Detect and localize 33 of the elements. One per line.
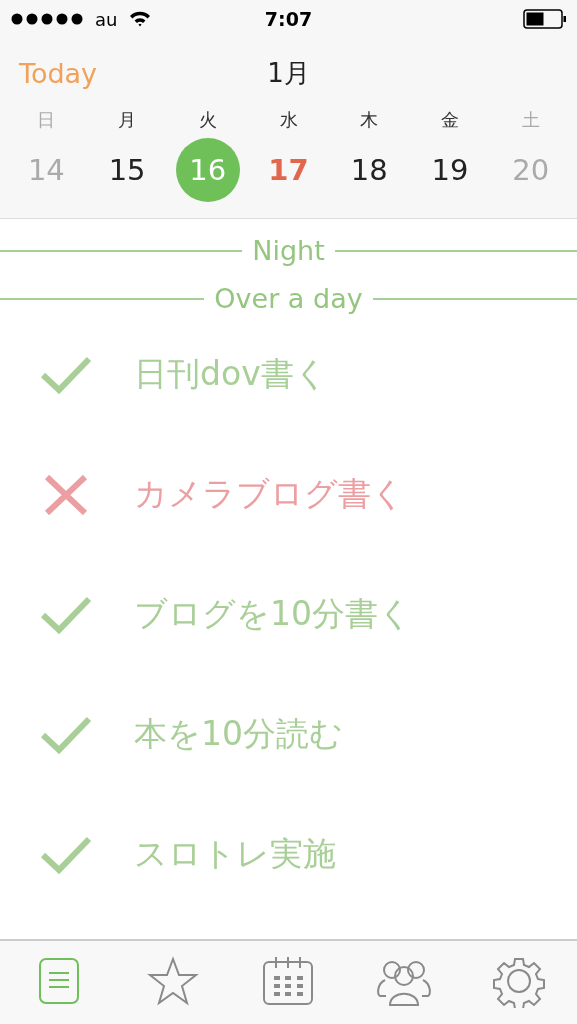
settings-tab[interactable] xyxy=(491,956,548,1009)
date-button[interactable]: 17 xyxy=(256,138,321,202)
section-title: Over a day xyxy=(214,283,363,315)
signal-icon xyxy=(11,13,83,25)
task-label: カメラブログ書く xyxy=(134,473,405,516)
battery-icon xyxy=(523,9,567,29)
weekday-label: 日 xyxy=(37,108,56,132)
task-label: 日刊dov書く xyxy=(134,353,328,396)
task-label: 本を10分読む xyxy=(134,713,343,756)
date-button[interactable]: 16 xyxy=(175,138,240,202)
checkmark-icon[interactable] xyxy=(40,354,92,395)
month-title: 1月 xyxy=(267,56,310,90)
section-title: Night xyxy=(252,235,325,267)
wifi-icon xyxy=(129,11,152,27)
clock-time: 7:07 xyxy=(264,8,313,30)
weekday-label: 月 xyxy=(118,108,137,132)
task-label: ブログを10分書く xyxy=(134,593,412,636)
task-label: スロトレ実施 xyxy=(134,833,336,876)
date-button[interactable]: 14 xyxy=(14,138,79,202)
date-button[interactable]: 20 xyxy=(498,138,563,202)
checkmark-icon[interactable] xyxy=(40,834,92,875)
checkmark-icon[interactable] xyxy=(40,714,92,755)
date-button[interactable]: 19 xyxy=(417,138,482,202)
weekday-label: 金 xyxy=(440,108,459,132)
date-button[interactable]: 18 xyxy=(337,138,402,202)
weekday-label: 土 xyxy=(521,108,540,132)
weekday-label: 水 xyxy=(279,108,298,132)
weekday-label: 火 xyxy=(198,108,217,132)
weekday-label: 木 xyxy=(360,108,379,132)
date-button[interactable]: 15 xyxy=(95,138,160,202)
carrier-name: au xyxy=(95,8,118,30)
today-button[interactable]: Today xyxy=(0,57,98,89)
checkmark-icon[interactable] xyxy=(40,594,92,635)
